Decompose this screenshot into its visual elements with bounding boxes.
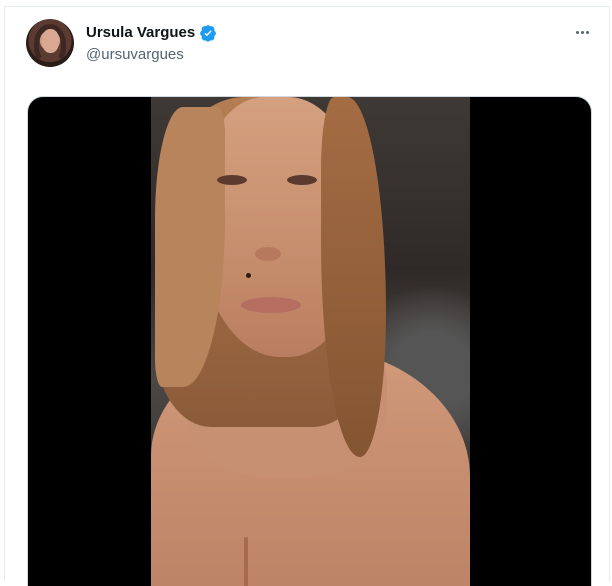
more-options-icon xyxy=(580,30,584,34)
left-eye-shape xyxy=(217,175,247,185)
name-row: Ursula Vargues xyxy=(86,23,217,43)
avatar-face xyxy=(42,29,59,53)
user-block: Ursula Vargues @ursuvargues xyxy=(86,23,217,65)
tweet-media[interactable] xyxy=(27,96,592,586)
mouth-shape xyxy=(241,297,301,313)
chest-shadow xyxy=(244,537,248,586)
more-options-icon xyxy=(585,30,589,34)
mole-mark xyxy=(246,273,251,278)
tweet-card: Ursula Vargues @ursuvargues xyxy=(4,6,610,586)
more-options-button[interactable] xyxy=(571,21,593,43)
avatar[interactable] xyxy=(26,19,74,67)
verified-badge-icon xyxy=(200,25,217,42)
nose-shape xyxy=(255,247,281,261)
more-options-icon xyxy=(575,30,579,34)
video-player[interactable] xyxy=(151,97,470,586)
user-handle[interactable]: @ursuvargues xyxy=(86,45,217,65)
right-eye-shape xyxy=(287,175,317,185)
display-name[interactable]: Ursula Vargues xyxy=(86,23,195,43)
